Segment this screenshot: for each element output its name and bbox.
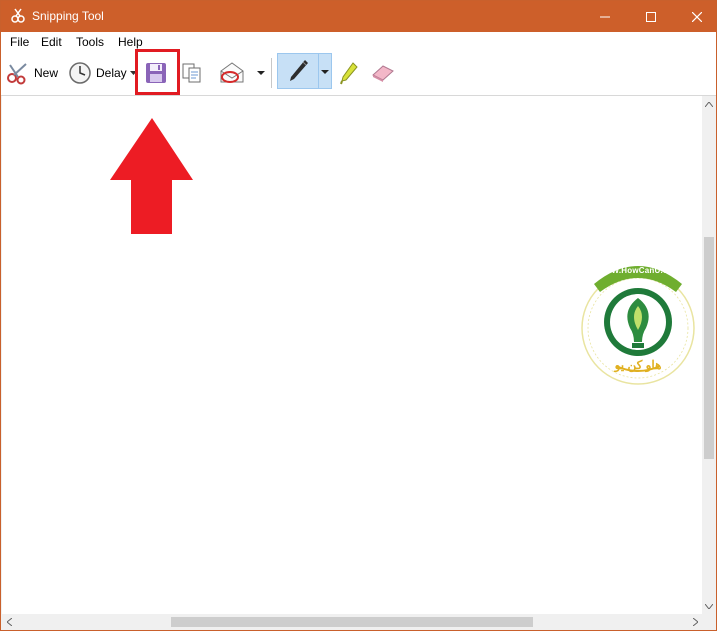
toolbar-separator	[271, 58, 272, 88]
chevron-right-icon	[692, 618, 698, 626]
clock-icon	[69, 62, 91, 84]
horizontal-scroll-thumb[interactable]	[171, 617, 533, 627]
send-snip-dropdown[interactable]	[257, 52, 266, 94]
snip-canvas[interactable]: WWW.HowCanU.com هاو کن یو	[2, 96, 702, 614]
menu-file[interactable]: File	[10, 35, 29, 49]
scroll-left-button[interactable]	[2, 614, 16, 630]
eraser-button[interactable]	[371, 52, 395, 94]
scroll-right-button[interactable]	[688, 614, 702, 630]
minimize-button[interactable]	[582, 1, 628, 32]
chevron-down-icon	[257, 71, 265, 75]
scroll-up-button[interactable]	[702, 96, 716, 112]
eraser-icon	[372, 65, 394, 82]
chevron-down-icon[interactable]	[321, 69, 330, 75]
maximize-icon	[646, 11, 656, 22]
menu-help[interactable]: Help	[118, 35, 143, 49]
scroll-down-button[interactable]	[702, 598, 716, 614]
title-bar[interactable]: Snipping Tool	[1, 1, 716, 32]
vertical-scrollbar[interactable]	[702, 96, 716, 614]
chevron-left-icon	[6, 618, 12, 626]
pen-button-group[interactable]	[277, 53, 332, 89]
close-icon	[692, 11, 702, 22]
menu-tools[interactable]: Tools	[76, 35, 104, 49]
chevron-up-icon	[705, 101, 713, 107]
vertical-scroll-thumb[interactable]	[704, 237, 714, 459]
howcanu-watermark-logo: WWW.HowCanU.com هاو کن یو	[576, 248, 700, 386]
highlighter-icon	[340, 62, 358, 85]
horizontal-scrollbar[interactable]	[2, 614, 702, 630]
watermark-url-text: WWW.HowCanU.com	[596, 266, 680, 275]
scrollbar-corner	[702, 614, 716, 630]
minimize-icon	[600, 16, 610, 17]
close-button[interactable]	[674, 1, 717, 32]
scissors-icon	[7, 63, 27, 85]
chevron-down-icon	[705, 603, 713, 609]
send-snip-button[interactable]	[219, 52, 245, 94]
toolbar: New Delay	[1, 52, 716, 96]
delay-label: Delay	[96, 66, 127, 80]
new-label: New	[34, 66, 59, 80]
send-email-icon	[220, 62, 244, 83]
maximize-button[interactable]	[628, 1, 674, 32]
pen-icon	[290, 60, 308, 81]
menu-bar: File Edit Tools Help	[1, 32, 716, 52]
menu-edit[interactable]: Edit	[41, 35, 62, 49]
highlighter-button[interactable]	[339, 52, 359, 94]
copy-button[interactable]	[181, 52, 203, 94]
watermark-arabic-text: هاو کن یو	[614, 358, 662, 372]
copy-icon	[182, 63, 201, 83]
save-highlight-box	[135, 49, 180, 95]
window-title: Snipping Tool	[32, 9, 104, 23]
new-button[interactable]: New	[6, 52, 58, 94]
red-up-arrow-annotation	[110, 118, 193, 234]
delay-button[interactable]: Delay	[68, 52, 138, 94]
snipping-tool-window: Snipping Tool File Edit Tools Help New D…	[0, 0, 717, 631]
app-scissors-icon	[11, 8, 25, 23]
pen-split-divider	[318, 54, 319, 88]
